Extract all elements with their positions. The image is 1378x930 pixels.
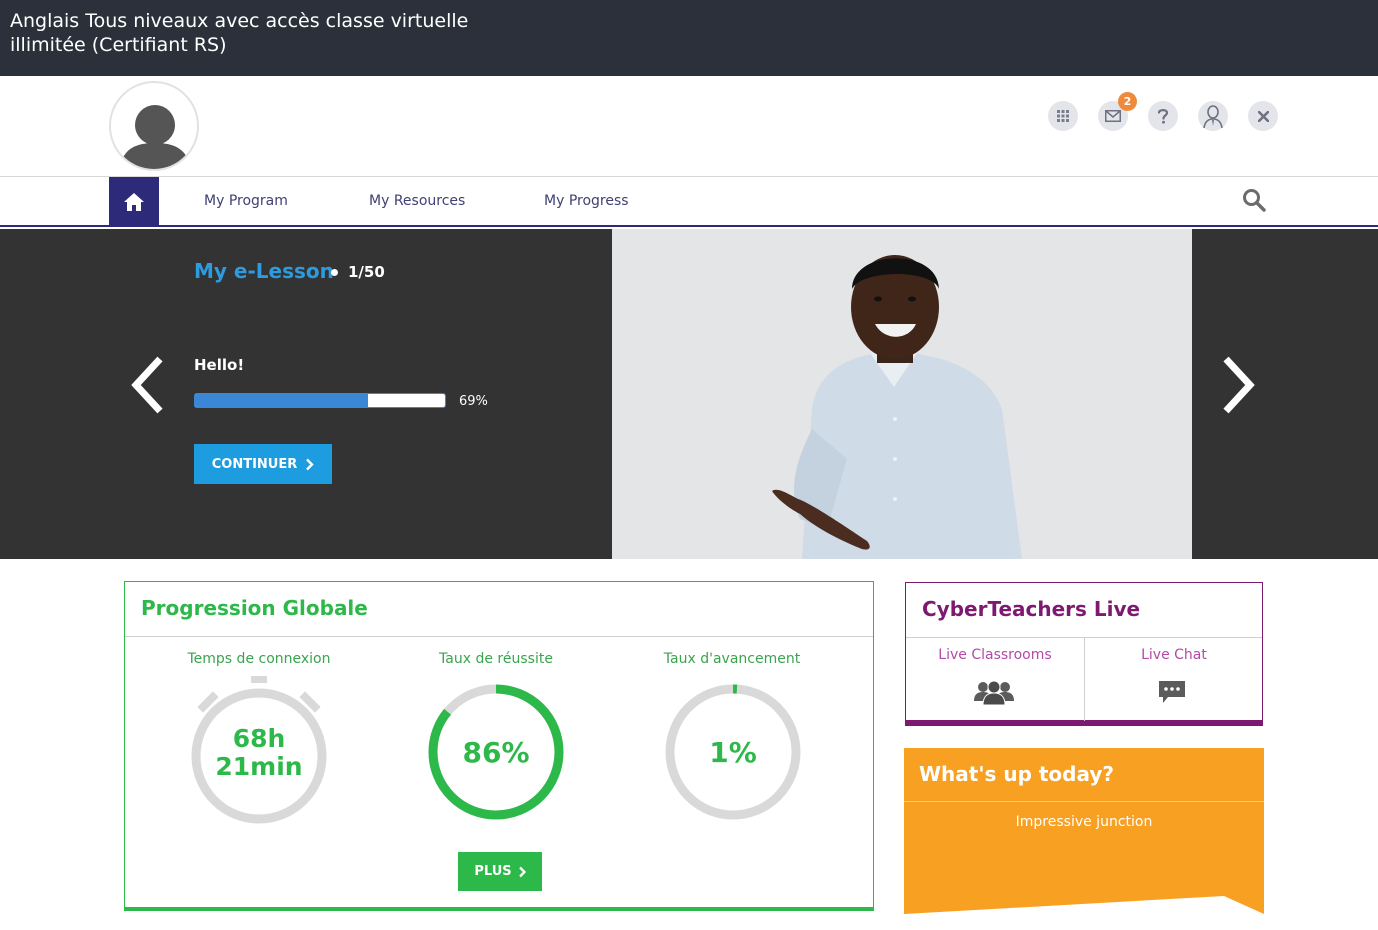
progression-title: Progression Globale [141, 596, 368, 620]
cyberteachers-live-panel: CyberTeachers Live Live Classrooms Live … [905, 582, 1263, 726]
connection-time-minutes: 21min [215, 752, 303, 781]
connection-time-hours: 68h [232, 724, 286, 753]
nav-my-resources[interactable]: My Resources [369, 193, 465, 209]
apps-grid-icon[interactable] [1048, 101, 1078, 131]
divider [125, 636, 873, 637]
help-icon[interactable] [1148, 101, 1178, 131]
next-arrow-icon[interactable] [1218, 355, 1258, 415]
whats-up-today-panel: What's up today? Impressive junction [904, 748, 1264, 916]
lesson-photo [612, 229, 1192, 559]
cyberteachers-title: CyberTeachers Live [922, 597, 1141, 621]
chevron-right-icon [306, 458, 314, 470]
nav-my-program[interactable]: My Program [204, 193, 288, 209]
user-silhouette-icon [119, 105, 191, 169]
window-title: Anglais Tous niveaux avec accès classe v… [10, 10, 469, 56]
chat-icon[interactable] [1158, 679, 1186, 705]
advancement-rate-label: Taux d'avancement [663, 651, 801, 667]
continue-button[interactable]: CONTINUER [194, 444, 332, 484]
e-lesson-banner: My e-Lesson 1/50 Hello! 69% CONTINUER [0, 229, 1378, 559]
lesson-count: 1/50 [348, 263, 385, 281]
whats-up-title: What's up today? [919, 762, 1114, 786]
lesson-progress-bar [194, 393, 446, 408]
continue-label: CONTINUER [211, 456, 298, 472]
home-icon [124, 193, 144, 211]
plus-label: PLUS [474, 864, 512, 879]
nav-my-progress[interactable]: My Progress [544, 193, 629, 209]
connection-time-label: Temps de connexion [187, 651, 331, 667]
lesson-progress-label: 69% [459, 394, 488, 409]
live-chat-link[interactable]: Live Chat [1085, 647, 1263, 663]
mail-icon[interactable]: 2 [1098, 92, 1137, 131]
separator-dot [331, 269, 338, 276]
window-titlebar: Anglais Tous niveaux avec accès classe v… [0, 0, 1378, 76]
group-icon[interactable] [974, 679, 1014, 705]
chevron-right-icon [518, 866, 526, 877]
header: 2 [0, 76, 1378, 177]
mail-badge: 2 [1118, 92, 1137, 111]
close-icon[interactable] [1248, 101, 1278, 131]
search-icon[interactable] [1242, 188, 1266, 212]
main-nav: My Program My Resources My Progress [0, 177, 1378, 227]
avatar[interactable] [109, 81, 199, 171]
advancement-rate-value: 1% [709, 736, 757, 769]
coach-icon[interactable] [1198, 101, 1228, 131]
whats-up-text: Impressive junction [1015, 814, 1153, 830]
e-lesson-title: My e-Lesson [194, 259, 334, 283]
home-button[interactable] [109, 177, 159, 227]
divider [904, 801, 1264, 802]
live-classrooms-link[interactable]: Live Classrooms [906, 647, 1084, 663]
lesson-name: Hello! [194, 356, 245, 374]
plus-button[interactable]: PLUS [458, 852, 542, 891]
success-rate-label: Taux de réussite [439, 651, 553, 667]
progression-globale-panel: Progression Globale Temps de connexion 6… [124, 581, 874, 911]
lesson-progress-fill [195, 394, 368, 407]
previous-arrow-icon[interactable] [128, 355, 168, 415]
success-rate-value: 86% [462, 736, 530, 769]
